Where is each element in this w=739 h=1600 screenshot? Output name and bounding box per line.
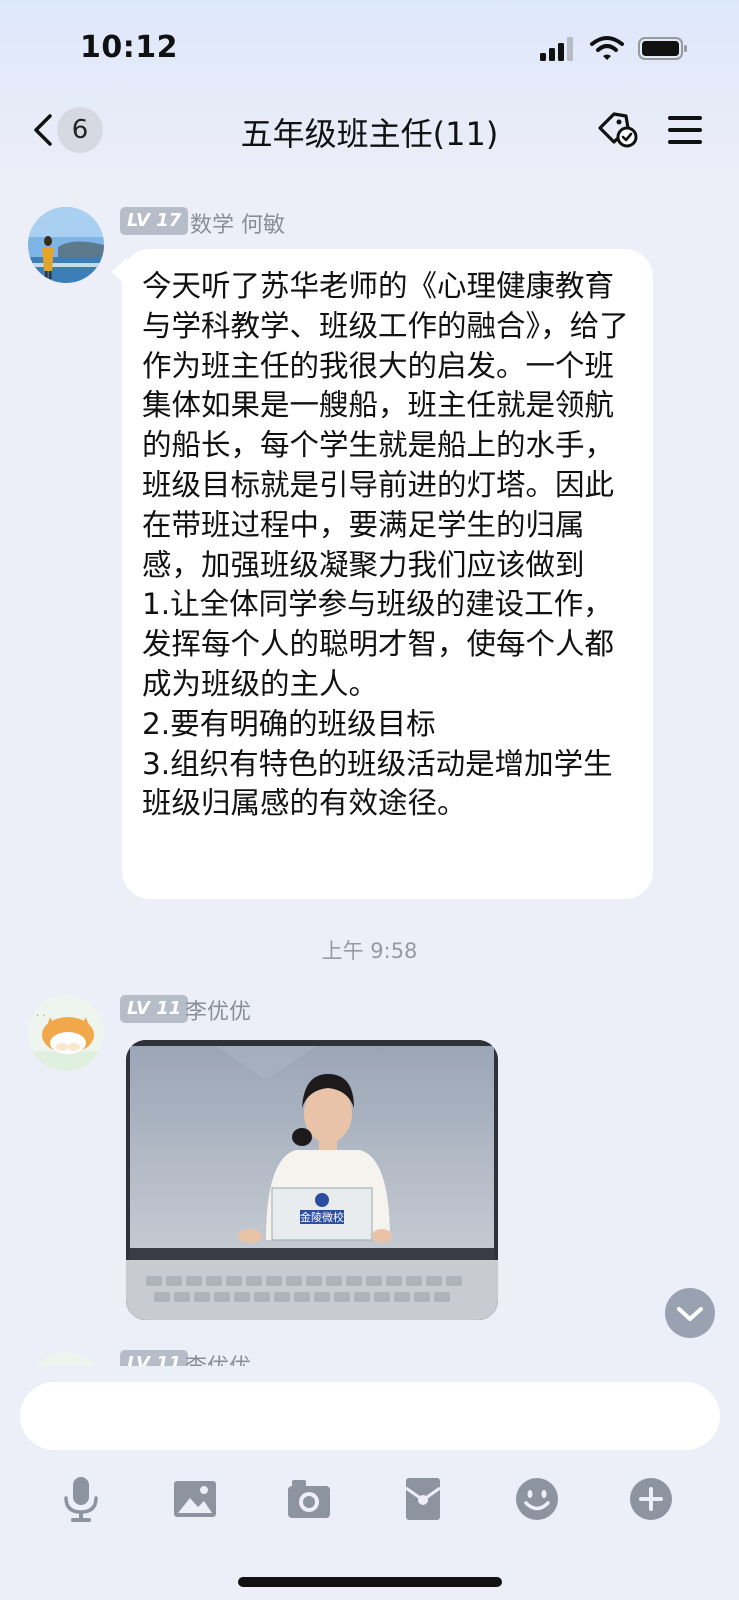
chevron-down-icon bbox=[677, 1307, 703, 1321]
battery-icon bbox=[638, 37, 687, 60]
chat-header: 6 五年级班主任(11) bbox=[0, 95, 739, 165]
sender-name: 李优优 bbox=[185, 1000, 252, 1025]
photo-caption: 金陵微校 bbox=[300, 1210, 344, 1224]
level-badge: LV 11 bbox=[120, 1350, 189, 1366]
message-text: 今天听了苏华老师的《心理健康教育与学科教学、班级工作的融合》，给了作为班主任的我… bbox=[142, 269, 629, 821]
shared-photo[interactable]: 金陵微校 bbox=[126, 1040, 498, 1320]
sender-name: 李优优 bbox=[185, 1349, 251, 1366]
red-packet-icon[interactable] bbox=[398, 1474, 448, 1524]
emoji-icon[interactable] bbox=[512, 1474, 562, 1524]
message-input[interactable] bbox=[20, 1382, 720, 1450]
menu-icon[interactable] bbox=[668, 114, 704, 146]
partial-message: LV 11 李优优 bbox=[0, 1340, 739, 1366]
avatar[interactable] bbox=[28, 207, 104, 283]
status-time: 10:12 bbox=[80, 30, 178, 65]
svg-text:· ·: · · bbox=[36, 1011, 46, 1022]
scroll-to-bottom-button[interactable] bbox=[665, 1288, 715, 1338]
avatar[interactable]: · · bbox=[28, 995, 104, 1071]
level-badge: LV 11 bbox=[120, 995, 189, 1023]
input-toolbar bbox=[0, 1474, 739, 1534]
cellular-signal-icon bbox=[540, 37, 578, 61]
wifi-icon bbox=[590, 36, 624, 60]
input-area bbox=[0, 1366, 739, 1600]
message-bubble[interactable]: 今天听了苏华老师的《心理健康教育与学科教学、班级工作的融合》，给了作为班主任的我… bbox=[122, 249, 653, 899]
sender-name: 数学 何敏 bbox=[190, 213, 285, 238]
avatar bbox=[28, 1352, 104, 1366]
plus-icon[interactable] bbox=[626, 1474, 676, 1524]
level-badge: LV 17 bbox=[120, 207, 189, 235]
camera-icon[interactable] bbox=[284, 1474, 334, 1524]
microphone-icon[interactable] bbox=[56, 1474, 106, 1524]
group-tag-icon[interactable] bbox=[596, 110, 642, 150]
home-indicator[interactable] bbox=[238, 1577, 502, 1587]
message-timestamp: 上午 9:58 bbox=[321, 939, 418, 963]
status-bar: 10:12 bbox=[0, 0, 739, 90]
image-icon[interactable] bbox=[170, 1474, 220, 1524]
